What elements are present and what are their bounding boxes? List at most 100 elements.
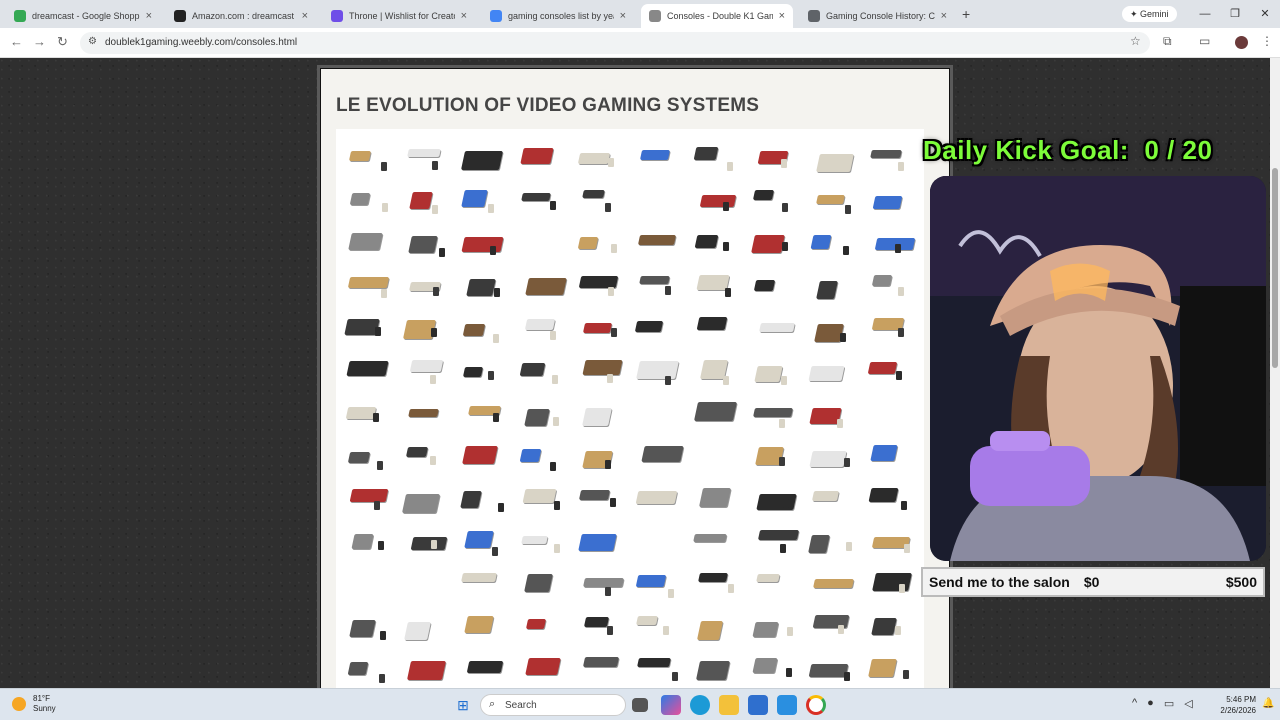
scrollbar-thumb[interactable] bbox=[1272, 168, 1278, 368]
search-placeholder: Search bbox=[505, 700, 537, 711]
bookmark-star-icon[interactable]: ☆ bbox=[1130, 34, 1141, 48]
taskbar-search[interactable]: ⌕ Search bbox=[480, 694, 626, 716]
back-icon[interactable]: ← bbox=[10, 34, 23, 49]
profile-avatar[interactable] bbox=[1235, 36, 1248, 49]
close-tab-icon[interactable]: × bbox=[302, 10, 308, 22]
gemini-label: Gemini bbox=[1140, 9, 1169, 19]
minimize-button[interactable]: — bbox=[1190, 0, 1220, 28]
webcam-overlay bbox=[930, 176, 1266, 561]
clock[interactable]: 5:46 PM 2/26/2026 bbox=[1212, 694, 1256, 716]
tab-4[interactable]: gaming consoles list by year - G × bbox=[482, 4, 634, 28]
console-thumbnail bbox=[400, 139, 448, 175]
file-explorer-icon[interactable] bbox=[719, 695, 739, 715]
console-thumbnail bbox=[458, 182, 506, 218]
kick-goal-overlay: Daily Kick Goal: 0 / 20 bbox=[923, 135, 1212, 166]
restore-button[interactable]: ❐ bbox=[1220, 0, 1250, 28]
console-thumbnail bbox=[864, 182, 912, 218]
tab-6[interactable]: Gaming Console History: Comp × bbox=[800, 4, 955, 28]
console-thumbnail bbox=[690, 522, 738, 558]
console-thumbnail bbox=[574, 649, 622, 685]
console-thumbnail bbox=[342, 309, 390, 345]
tab-bar: dreamcast - Google Shopping×Amazon.com :… bbox=[0, 0, 1280, 28]
console-thumbnail bbox=[690, 182, 738, 218]
store-icon[interactable] bbox=[748, 695, 768, 715]
weather-widget[interactable]: 81°F Sunny bbox=[12, 694, 56, 714]
console-thumbnail bbox=[574, 352, 623, 388]
console-thumbnail bbox=[342, 522, 390, 558]
clock-date: 2/26/2026 bbox=[1220, 706, 1256, 715]
close-tab-icon[interactable]: × bbox=[461, 10, 467, 22]
scrollbar[interactable] bbox=[1270, 58, 1280, 688]
console-thumbnail bbox=[516, 607, 564, 643]
console-thumbnail bbox=[516, 564, 564, 600]
console-thumbnail bbox=[864, 564, 912, 600]
console-image-grid[interactable] bbox=[336, 129, 924, 688]
site-info-icon[interactable]: ⚙ bbox=[88, 36, 97, 47]
tab-5[interactable]: Consoles - Double K1 Gaming × bbox=[641, 4, 793, 28]
console-thumbnail bbox=[690, 139, 738, 175]
tab-1[interactable]: dreamcast - Google Shopping × bbox=[6, 4, 160, 28]
console-thumbnail bbox=[748, 224, 796, 260]
taskbar: 81°F Sunny ⊞ ⌕ Search ^ ● ▭ ◁ 5:46 PM 2/26… bbox=[0, 688, 1280, 720]
outlook-icon[interactable] bbox=[777, 695, 797, 715]
console-thumbnail bbox=[458, 309, 506, 345]
console-thumbnail bbox=[342, 607, 390, 643]
tab-2[interactable]: Amazon.com : dreamcast cons × bbox=[166, 4, 316, 28]
chrome-icon[interactable] bbox=[806, 695, 826, 715]
console-thumbnail bbox=[748, 437, 796, 473]
console-thumbnail bbox=[864, 649, 912, 685]
notification-bell-icon[interactable]: 🔔 bbox=[1262, 698, 1274, 709]
console-thumbnail bbox=[574, 267, 622, 303]
console-thumbnail bbox=[400, 437, 448, 473]
tab-title: Gaming Console History: Comp bbox=[826, 11, 935, 21]
salon-label: Send me to the salon bbox=[929, 574, 1070, 590]
link-icon bbox=[808, 10, 820, 22]
console-thumbnail bbox=[400, 522, 448, 558]
console-thumbnail bbox=[806, 224, 854, 260]
console-thumbnail bbox=[748, 352, 796, 388]
console-thumbnail bbox=[806, 352, 854, 388]
console-thumbnail bbox=[864, 352, 912, 388]
console-thumbnail bbox=[342, 394, 390, 430]
console-thumbnail bbox=[806, 267, 854, 303]
console-thumbnail bbox=[342, 352, 390, 388]
extensions-icon[interactable]: ⧉ bbox=[1163, 34, 1172, 49]
console-thumbnail bbox=[516, 309, 564, 345]
tab-title: Throne | Wishlist for Creators - bbox=[349, 11, 455, 21]
console-thumbnail bbox=[400, 224, 448, 260]
close-window-button[interactable]: ✕ bbox=[1250, 0, 1280, 28]
console-thumbnail bbox=[458, 224, 506, 260]
menu-icon[interactable]: ⋮ bbox=[1261, 34, 1273, 48]
close-tab-icon[interactable]: × bbox=[146, 10, 152, 22]
console-thumbnail bbox=[690, 564, 738, 600]
tab-title: dreamcast - Google Shopping bbox=[32, 11, 140, 21]
system-tray: ^ ● ▭ ◁ bbox=[1132, 697, 1193, 710]
edge-icon[interactable] bbox=[690, 695, 710, 715]
start-icon[interactable]: ⊞ bbox=[453, 695, 473, 715]
close-tab-icon[interactable]: × bbox=[620, 10, 626, 22]
forward-icon[interactable]: → bbox=[33, 34, 46, 49]
sidepanel-icon[interactable]: ▭ bbox=[1199, 34, 1210, 48]
reload-icon[interactable]: ↻ bbox=[57, 34, 68, 50]
tab-3[interactable]: Throne | Wishlist for Creators - × bbox=[323, 4, 475, 28]
content-card: LE EVOLUTION OF VIDEO GAMING SYSTEMS bbox=[317, 65, 953, 688]
task-view-icon[interactable] bbox=[632, 698, 648, 712]
url-field[interactable]: ⚙ doublek1gaming.weebly.com/consoles.htm… bbox=[80, 32, 1150, 54]
volume-icon[interactable]: ◁ bbox=[1184, 697, 1192, 710]
console-thumbnail bbox=[574, 479, 622, 515]
copilot-icon[interactable] bbox=[661, 695, 681, 715]
console-thumbnail bbox=[748, 139, 796, 175]
console-thumbnail bbox=[458, 564, 506, 600]
weather-condition: Sunny bbox=[33, 704, 56, 713]
mic-icon[interactable]: ● bbox=[1147, 697, 1154, 710]
console-thumbnail bbox=[632, 139, 680, 175]
console-thumbnail bbox=[458, 437, 506, 473]
close-tab-icon[interactable]: × bbox=[941, 10, 947, 22]
network-icon[interactable]: ▭ bbox=[1164, 697, 1174, 710]
new-tab-button[interactable]: + bbox=[962, 6, 970, 22]
console-thumbnail bbox=[748, 267, 796, 303]
tray-chevron-icon[interactable]: ^ bbox=[1132, 697, 1137, 710]
gemini-button[interactable]: ✦ Gemini bbox=[1122, 6, 1177, 22]
console-thumbnail bbox=[400, 267, 448, 303]
close-tab-icon[interactable]: × bbox=[779, 10, 785, 22]
